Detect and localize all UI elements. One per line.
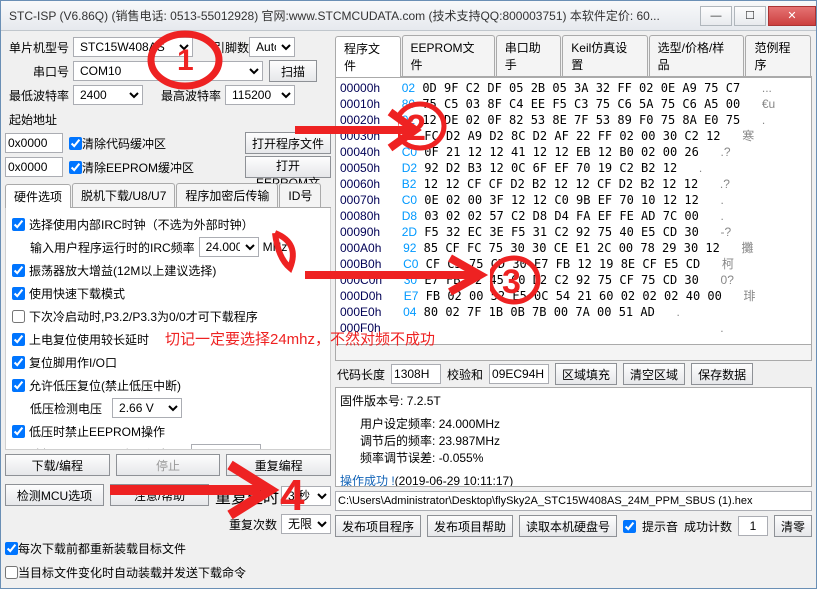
right-tab-strip: 程序文件 EEPROM文件 串口助手 Keil仿真设置 选型/价格/样品 范例程… <box>335 35 812 77</box>
success-count-value <box>738 516 768 536</box>
repeat-count-select[interactable]: 无限 <box>281 514 331 534</box>
opt-lvd-cb[interactable] <box>12 379 25 392</box>
minimize-button[interactable]: — <box>700 6 732 26</box>
open-code-button[interactable]: 打开程序文件 <box>245 132 331 154</box>
cpu-volt-select[interactable]: 2.79 V <box>191 444 261 450</box>
tip-sound-cb[interactable] <box>623 520 636 533</box>
check-mcu-button[interactable]: 检测MCU选项 <box>5 484 104 506</box>
start-addr-label: 起始地址 <box>5 111 57 128</box>
scan-button[interactable]: 扫描 <box>269 60 317 82</box>
delay-label: 重复延时 <box>215 484 279 508</box>
eeprom-addr-input[interactable] <box>5 157 63 177</box>
fill-button[interactable]: 区域填充 <box>555 363 617 385</box>
minbaud-select[interactable]: 2400 <box>73 85 143 105</box>
maxbaud-label: 最高波特率 <box>153 87 221 104</box>
file-path <box>335 491 812 511</box>
cpu-volt-label: 选择CPU-Core最高工作电压 <box>30 446 181 451</box>
reprogram-button[interactable]: 重复编程 <box>226 454 331 476</box>
clear-code-label: 清除代码缓冲区 <box>82 135 166 152</box>
stop-button: 停止 <box>116 454 221 476</box>
hex-view[interactable]: 00000h 02 0D 9F C2 DF 05 2B 05 3A 32 FF … <box>335 77 812 345</box>
tab-example[interactable]: 范例程序 <box>745 35 811 76</box>
left-tab-strip: 硬件选项 脱机下载/U8/U7 程序加密后传输 ID号 <box>5 183 331 208</box>
open-eeprom-button[interactable]: 打开EEPROM文件 <box>245 156 331 178</box>
com-label: 串口号 <box>5 63 73 80</box>
tab-eepromfile[interactable]: EEPROM文件 <box>402 35 495 76</box>
mcu-label: 单片机型号 <box>5 39 73 56</box>
publish-set-button[interactable]: 发布项目程序 <box>335 515 421 537</box>
success-count-label: 成功计数 <box>684 518 732 535</box>
reload-cb[interactable] <box>5 542 18 555</box>
codelen-value <box>391 364 441 384</box>
tab-encrypt[interactable]: 程序加密后传输 <box>176 183 278 207</box>
close-button[interactable]: ✕ <box>768 6 816 26</box>
tab-offline[interactable]: 脱机下载/U8/U7 <box>72 183 175 207</box>
pins-select[interactable]: Auto <box>249 37 295 57</box>
irc-freq-unit: MHz <box>263 240 288 254</box>
opt-irc-cb[interactable] <box>12 218 25 231</box>
codelen-label: 代码长度 <box>337 366 385 383</box>
tab-hwopt[interactable]: 硬件选项 <box>5 184 71 208</box>
tab-price[interactable]: 选型/价格/样品 <box>649 35 745 76</box>
autodl-cb[interactable] <box>5 566 18 579</box>
com-select[interactable]: COM10 <box>73 61 263 81</box>
opt-coldboot-cb[interactable] <box>12 310 25 323</box>
window-title: STC-ISP (V6.86Q) (销售电话: 0513-55012928) 官… <box>9 7 698 24</box>
title-bar: STC-ISP (V6.86Q) (销售电话: 0513-55012928) 官… <box>1 1 816 31</box>
reset-count-button[interactable]: 清零 <box>774 515 812 537</box>
read-disk-button[interactable]: 读取本机硬盘号 <box>519 515 617 537</box>
clear-button[interactable]: 清空区域 <box>623 363 685 385</box>
download-button[interactable]: 下载/编程 <box>5 454 110 476</box>
minbaud-label: 最低波特率 <box>5 87 73 104</box>
opt-reset-long-cb[interactable] <box>12 333 25 346</box>
annotation-note: 切记一定要选择24mhz，不然对频不成功 <box>165 328 435 349</box>
pins-label: 引脚数 <box>213 39 249 56</box>
opt-lvd-eeprom-cb[interactable] <box>12 425 25 438</box>
publish-help-button[interactable]: 发布项目帮助 <box>427 515 513 537</box>
tab-serial[interactable]: 串口助手 <box>496 35 562 76</box>
maximize-button[interactable]: ☐ <box>734 6 766 26</box>
checksum-label: 校验和 <box>447 366 483 383</box>
lvd-label: 低压检测电压 <box>30 400 102 417</box>
opt-reset-io-cb[interactable] <box>12 356 25 369</box>
maxbaud-select[interactable]: 115200 <box>225 85 295 105</box>
clear-code-cb[interactable] <box>69 137 82 150</box>
tab-keil[interactable]: Keil仿真设置 <box>562 35 647 76</box>
tab-id[interactable]: ID号 <box>279 183 321 207</box>
mcu-select[interactable]: STC15W408AS <box>73 37 193 57</box>
repeat-count-label: 重复次数 <box>229 516 277 533</box>
checksum-value <box>489 364 549 384</box>
help-button[interactable]: 注意/帮助 <box>110 484 209 506</box>
opt-fastdl-cb[interactable] <box>12 287 25 300</box>
save-button[interactable]: 保存数据 <box>691 363 753 385</box>
tab-progfile[interactable]: 程序文件 <box>335 36 401 77</box>
clear-eeprom-cb[interactable] <box>69 161 82 174</box>
opt-gain-cb[interactable] <box>12 264 25 277</box>
irc-freq-label: 输入用户程序运行时的IRC频率 <box>30 239 195 256</box>
lvd-select[interactable]: 2.66 V <box>112 398 182 418</box>
irc-freq-select[interactable]: 24.000 <box>199 237 259 257</box>
console-output[interactable]: 固件版本号: 7.2.5T 用户设定频率: 24.000MHz 调节后的频率: … <box>335 387 812 487</box>
clear-eeprom-label: 清除EEPROM缓冲区 <box>82 159 194 176</box>
code-addr-input[interactable] <box>5 133 63 153</box>
delay-select[interactable]: 3 秒 <box>281 486 331 506</box>
